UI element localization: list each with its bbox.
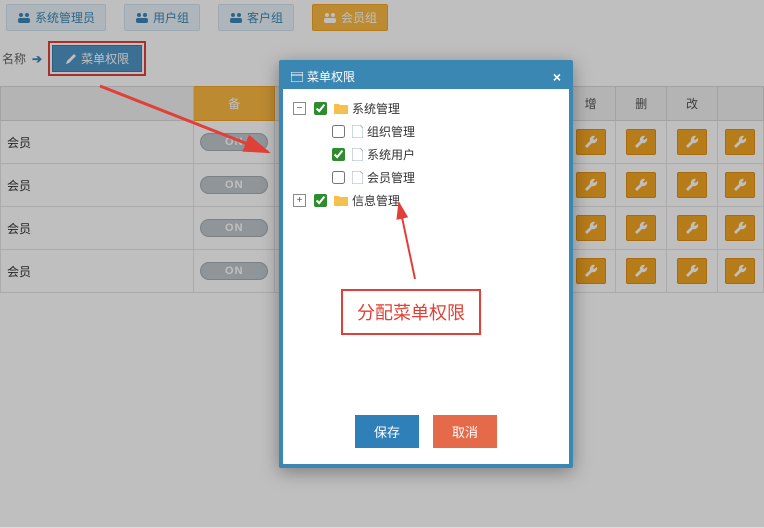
tree-node-member[interactable]: 会员管理	[311, 166, 561, 189]
extra-button[interactable]	[725, 215, 755, 241]
tab-label: 系统管理员	[35, 9, 95, 26]
tab-usergroup[interactable]: 用户组	[124, 4, 200, 31]
tree-checkbox[interactable]	[332, 171, 345, 184]
cell-status: ON	[194, 207, 275, 250]
modal-footer: 保存 取消	[283, 403, 569, 464]
tree-checkbox[interactable]	[332, 125, 345, 138]
expand-icon[interactable]: +	[293, 194, 306, 207]
cell-status: ON	[194, 164, 275, 207]
tree-checkbox[interactable]	[332, 148, 345, 161]
add-button[interactable]	[576, 258, 606, 284]
modify-button[interactable]	[677, 258, 707, 284]
group-icon	[17, 12, 31, 24]
status-toggle[interactable]: ON	[200, 219, 268, 237]
delete-button[interactable]	[626, 215, 656, 241]
th-extra	[717, 87, 763, 121]
tab-sysadmin[interactable]: 系统管理员	[6, 4, 106, 31]
cell-extra	[717, 121, 763, 164]
tab-label: 用户组	[153, 9, 189, 26]
cell-mod	[667, 121, 718, 164]
cell-extra	[717, 164, 763, 207]
annotation-label: 分配菜单权限	[341, 289, 481, 335]
tree-node-sys[interactable]: − 系统管理	[293, 97, 561, 120]
group-tabs: 系统管理员 用户组 客户组 会员组	[0, 0, 764, 37]
th-mod: 改	[667, 87, 718, 121]
tree-label: 系统管理	[352, 100, 400, 117]
add-button[interactable]	[576, 215, 606, 241]
cell-status: ON	[194, 250, 275, 293]
cell-del	[616, 121, 667, 164]
group-icon	[135, 12, 149, 24]
menu-permission-button[interactable]: 菜单权限	[52, 45, 142, 72]
cell-name: 会员	[1, 250, 194, 293]
tab-customergroup[interactable]: 客户组	[218, 4, 294, 31]
menu-permission-modal: 菜单权限 × − 系统管理	[279, 60, 573, 468]
modify-button[interactable]	[677, 215, 707, 241]
tree-label: 信息管理	[352, 192, 400, 209]
tree-label: 组织管理	[367, 123, 415, 140]
arrow-icon: ➔	[32, 52, 42, 66]
delete-button[interactable]	[626, 129, 656, 155]
tree-spacer	[311, 172, 324, 183]
tab-label: 会员组	[341, 9, 377, 26]
add-button[interactable]	[576, 129, 606, 155]
group-icon	[229, 12, 243, 24]
crumb-name: 名称	[0, 50, 26, 67]
status-toggle[interactable]: ON	[200, 176, 268, 194]
tree-label: 系统用户	[367, 146, 415, 163]
pencil-icon	[65, 53, 77, 65]
tree-node-info[interactable]: + 信息管理	[293, 189, 561, 212]
delete-button[interactable]	[626, 258, 656, 284]
status-toggle[interactable]: ON	[200, 133, 268, 151]
add-button[interactable]	[576, 172, 606, 198]
extra-button[interactable]	[725, 129, 755, 155]
folder-icon	[334, 195, 348, 206]
folder-icon	[334, 103, 348, 114]
close-button[interactable]: ×	[553, 69, 561, 85]
cancel-button[interactable]: 取消	[433, 415, 497, 448]
menu-permission-label: 菜单权限	[81, 50, 129, 67]
cell-del	[616, 250, 667, 293]
modify-button[interactable]	[677, 129, 707, 155]
modal-header: 菜单权限 ×	[283, 64, 569, 89]
save-button[interactable]: 保存	[355, 415, 419, 448]
tab-membergroup[interactable]: 会员组	[312, 4, 388, 31]
cell-del	[616, 207, 667, 250]
modify-button[interactable]	[677, 172, 707, 198]
extra-button[interactable]	[725, 258, 755, 284]
tab-label: 客户组	[247, 9, 283, 26]
cell-extra	[717, 207, 763, 250]
cell-extra	[717, 250, 763, 293]
cell-name: 会员	[1, 207, 194, 250]
cell-name: 会员	[1, 121, 194, 164]
cell-name: 会员	[1, 164, 194, 207]
th-backup: 备	[194, 87, 275, 121]
window-icon	[291, 72, 303, 82]
cell-del	[616, 164, 667, 207]
file-icon	[352, 171, 363, 184]
cell-mod	[667, 207, 718, 250]
tree-checkbox[interactable]	[314, 102, 327, 115]
highlight-box: 菜单权限	[48, 41, 146, 76]
file-icon	[352, 148, 363, 161]
tree-checkbox[interactable]	[314, 194, 327, 207]
th-name	[1, 87, 194, 121]
cell-status: ON	[194, 121, 275, 164]
collapse-icon[interactable]: −	[293, 102, 306, 115]
cell-mod	[667, 250, 718, 293]
file-icon	[352, 125, 363, 138]
status-toggle[interactable]: ON	[200, 262, 268, 280]
th-del: 删	[616, 87, 667, 121]
tree-spacer	[311, 126, 324, 137]
tree-spacer	[311, 149, 324, 160]
cell-mod	[667, 164, 718, 207]
tree-node-sysuser[interactable]: 系统用户	[311, 143, 561, 166]
delete-button[interactable]	[626, 172, 656, 198]
tree-label: 会员管理	[367, 169, 415, 186]
tree-node-org[interactable]: 组织管理	[311, 120, 561, 143]
extra-button[interactable]	[725, 172, 755, 198]
modal-title: 菜单权限	[307, 68, 355, 85]
permission-tree: − 系统管理 组	[291, 97, 561, 212]
group-icon	[323, 12, 337, 24]
